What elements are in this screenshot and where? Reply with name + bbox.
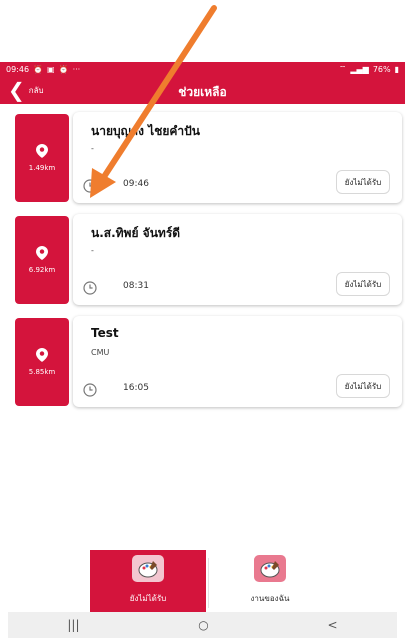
- recents-button[interactable]: |||: [67, 618, 79, 632]
- system-nav-bar: ||| ○ <: [8, 612, 397, 638]
- request-info-panel: นายบุญส่ง ไชยคำปัน - 09:46 ยังไม่ได้รับ: [73, 112, 402, 203]
- clock-icon: [83, 280, 97, 299]
- back-nav-button[interactable]: <: [328, 618, 338, 632]
- battery-text: 76%: [372, 64, 391, 74]
- location-pin-icon: [36, 144, 48, 158]
- request-card[interactable]: 6.92km น.ส.ทิพย์ จันทร์ดี - 08:31 ยังไม่…: [0, 212, 405, 308]
- accept-button[interactable]: ยังไม่ได้รับ: [336, 272, 390, 296]
- distance-text: 1.49km: [28, 164, 56, 172]
- alarm-icon: ⏰: [33, 64, 44, 74]
- status-time: 09:46: [6, 64, 30, 74]
- status-bar: 09:46 ⏰ ▣ ⏰ ··· ⌔ ▂▄▆ 76% ▮: [0, 62, 405, 76]
- accept-button[interactable]: ยังไม่ได้รับ: [336, 170, 390, 194]
- clock-icon: [83, 382, 97, 401]
- nav-label: ยังไม่ได้รับ: [129, 594, 167, 603]
- clock-icon: [83, 178, 97, 197]
- requester-name: น.ส.ทิพย์ จันทร์ดี: [91, 226, 181, 240]
- accept-button[interactable]: ยังไม่ได้รับ: [336, 374, 390, 398]
- battery-icon: ▮: [394, 64, 399, 74]
- requester-subtitle: -: [91, 246, 94, 255]
- distance-tile: 5.85km: [15, 318, 69, 406]
- palette-icon: [132, 555, 164, 582]
- signal-icon: ▂▄▆: [350, 64, 369, 74]
- request-info-panel: น.ส.ทิพย์ จันทร์ดี - 08:31 ยังไม่ได้รับ: [73, 214, 402, 305]
- alarm-icon: ⏰: [58, 64, 69, 74]
- request-time: 08:31: [123, 281, 149, 291]
- requester-subtitle: -: [91, 144, 94, 153]
- app-bar: ❮ กลับ ช่วยเหลือ: [0, 76, 405, 104]
- wifi-icon: ⌔: [338, 64, 347, 73]
- requester-name: นายบุญส่ง ไชยคำปัน: [91, 124, 200, 138]
- nav-tab-my-jobs[interactable]: งานของฉัน: [210, 550, 330, 612]
- request-card[interactable]: 5.85km Test CMU 16:05 ยังไม่ได้รับ: [0, 314, 405, 410]
- page-title: ช่วยเหลือ: [178, 85, 227, 99]
- requester-name: Test: [91, 326, 119, 340]
- nav-divider: [208, 558, 209, 608]
- top-blank-area: [0, 0, 405, 62]
- bottom-nav: ยังไม่ได้รับ งานของฉัน: [0, 550, 405, 612]
- location-pin-icon: [36, 348, 48, 362]
- requester-subtitle: CMU: [91, 348, 110, 357]
- distance-tile: 6.92km: [15, 216, 69, 304]
- request-time: 09:46: [123, 179, 149, 189]
- request-time: 16:05: [123, 383, 149, 393]
- distance-tile: 1.49km: [15, 114, 69, 202]
- distance-text: 6.92km: [28, 266, 56, 274]
- home-button[interactable]: ○: [198, 618, 208, 632]
- request-card[interactable]: 1.49km นายบุญส่ง ไชยคำปัน - 09:46 ยังไม่…: [0, 110, 405, 206]
- location-pin-icon: [36, 246, 48, 260]
- request-info-panel: Test CMU 16:05 ยังไม่ได้รับ: [73, 316, 402, 407]
- nav-tab-pending[interactable]: ยังไม่ได้รับ: [90, 550, 206, 612]
- more-dots-icon: ···: [72, 64, 81, 74]
- distance-text: 5.85km: [28, 368, 56, 376]
- palette-icon: [254, 555, 286, 582]
- image-icon: ▣: [47, 64, 55, 74]
- nav-label: งานของฉัน: [250, 594, 290, 603]
